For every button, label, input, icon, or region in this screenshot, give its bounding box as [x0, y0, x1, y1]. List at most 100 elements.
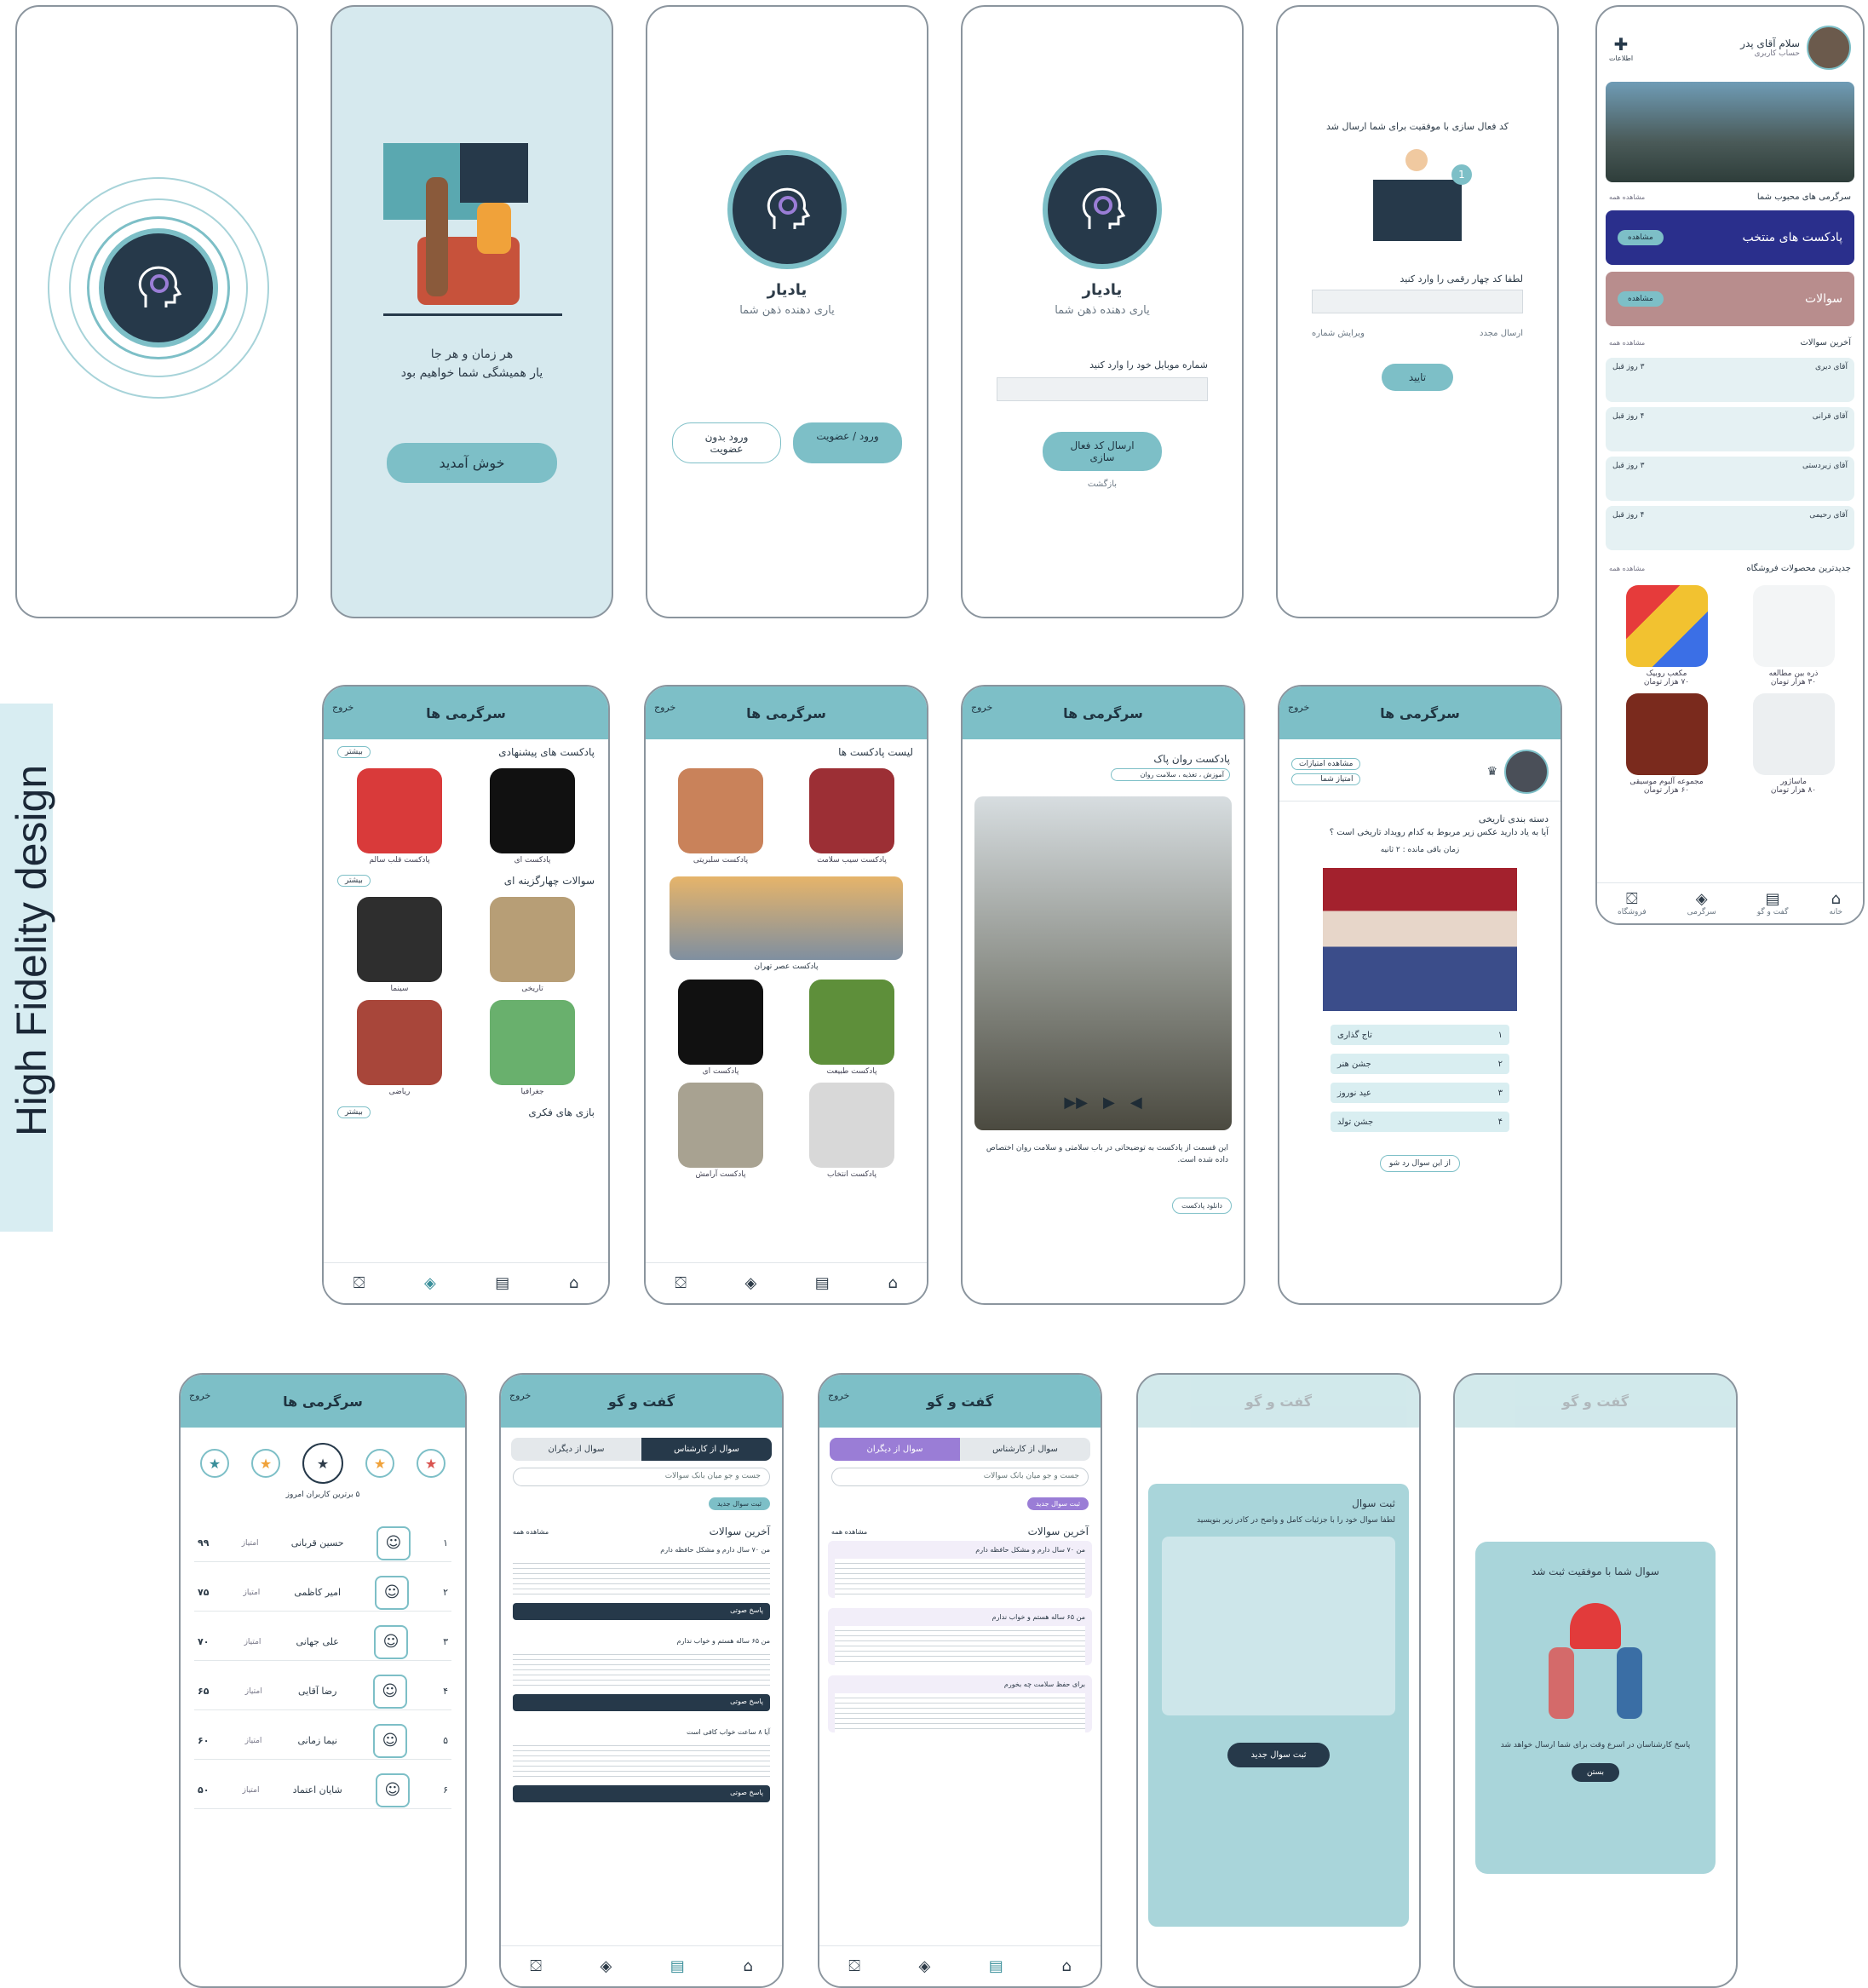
edit-number-link[interactable]: ویرایش شماره	[1312, 329, 1365, 338]
nav-games[interactable]: ◈	[600, 1957, 612, 1975]
play-icon[interactable]: ▶	[1103, 1094, 1115, 1112]
see-all-link[interactable]: مشاهده همه	[831, 1528, 867, 1536]
exit-button[interactable]: خروج	[509, 1390, 531, 1401]
podcast-banner-button[interactable]: مشاهده	[1618, 230, 1664, 245]
question-textarea[interactable]	[1162, 1537, 1395, 1715]
nav-shop[interactable]: ⛋ فروشگاه	[1618, 890, 1647, 916]
nav-home[interactable]: ⌂	[888, 1274, 897, 1292]
avatar[interactable]	[1504, 750, 1549, 794]
question-card[interactable]: آقای قرانی ۴ روز قبل	[1606, 407, 1854, 451]
star-icon[interactable]: ★	[251, 1449, 280, 1478]
leader-row[interactable]: ۶ ☺ شایان اعتماد امتیاز ۵۰	[194, 1772, 451, 1809]
star-icon-selected[interactable]: ★	[302, 1443, 343, 1484]
audio-answer[interactable]: پاسخ صوتی	[513, 1785, 770, 1802]
exit-button[interactable]: خروج	[828, 1390, 849, 1401]
quiz-banner[interactable]: سوالات مشاهده	[1606, 272, 1854, 326]
phone-input[interactable]	[997, 377, 1208, 401]
tab-expert[interactable]: سوال از کارشناس	[641, 1438, 772, 1461]
close-button[interactable]: بستن	[1571, 1763, 1620, 1782]
question-card[interactable]: آقای دیری ۳ روز قبل	[1606, 358, 1854, 402]
hero-banner[interactable]	[1606, 82, 1854, 182]
skip-button[interactable]: از این سوال رد شو	[1380, 1155, 1460, 1172]
quiz-banner-button[interactable]: مشاهده	[1618, 291, 1664, 307]
see-all-questions-link[interactable]: مشاهده همه	[1609, 339, 1645, 347]
exit-button[interactable]: خروج	[332, 702, 353, 713]
leader-row[interactable]: ۱ ☺ حسین قربانی امتیاز ۹۹	[194, 1525, 451, 1562]
more-button[interactable]: بیشتر	[337, 1106, 371, 1118]
tab-others[interactable]: سوال از دیگران	[830, 1438, 960, 1461]
nav-home[interactable]: ⌂	[1061, 1957, 1071, 1975]
nav-games[interactable]: ◈ سرگرمی	[1687, 890, 1716, 916]
download-button[interactable]: دانلود پادکست	[1172, 1198, 1232, 1214]
leader-row[interactable]: ۲ ☺ امیر کاظمی امتیاز ۷۵	[194, 1574, 451, 1612]
star-icon[interactable]: ★	[365, 1449, 394, 1478]
podcast-tile[interactable]: پادکست انتخاب	[792, 1083, 911, 1179]
submit-question-button[interactable]: ثبت سوال جدید	[1227, 1743, 1330, 1767]
nav-shop[interactable]: ⛋	[530, 1957, 542, 1975]
nav-shop[interactable]: ⛋	[353, 1274, 365, 1292]
see-all-products-link[interactable]: مشاهده همه	[1609, 565, 1645, 572]
nav-chat[interactable]: ▤	[989, 1957, 1003, 1975]
nav-games[interactable]: ◈	[918, 1957, 930, 1975]
audio-answer[interactable]: پاسخ صوتی	[513, 1694, 770, 1711]
exit-button[interactable]: خروج	[189, 1390, 210, 1401]
podcast-tile[interactable]: پادکست ای	[661, 980, 780, 1076]
audio-answer[interactable]: پاسخ صوتی	[513, 1603, 770, 1620]
tab-expert[interactable]: سوال از کارشناس	[960, 1438, 1090, 1461]
add-question-button[interactable]: ثبت سوال جدید	[708, 1497, 770, 1510]
product-card[interactable]: مکعب روبیک ۷۰ هزار تومان	[1609, 585, 1724, 687]
question-card[interactable]: آقای رحیمی ۴ روز قبل	[1606, 506, 1854, 550]
quiz-tile[interactable]: سینما	[339, 897, 460, 993]
podcast-banner[interactable]: پادکست های منتخب مشاهده	[1606, 210, 1854, 265]
podcast-tile[interactable]: پادکست قلب سالم	[339, 768, 460, 865]
leader-row[interactable]: ۳ ☺ علی جهانی امتیاز ۷۰	[194, 1623, 451, 1661]
nav-home[interactable]: ⌂	[743, 1957, 752, 1975]
star-icon[interactable]: ★	[417, 1449, 445, 1478]
nav-shop[interactable]: ⛋	[848, 1957, 860, 1975]
code-input[interactable]	[1312, 290, 1523, 313]
nav-home[interactable]: ⌂ خانه	[1829, 890, 1842, 916]
see-all-link[interactable]: مشاهده همه	[513, 1528, 549, 1536]
quiz-tile[interactable]: ریاضی	[339, 1000, 460, 1096]
exit-button[interactable]: خروج	[1288, 702, 1309, 713]
nav-home[interactable]: ⌂	[569, 1274, 578, 1292]
answer-option[interactable]: ۳ عید نوروز	[1331, 1083, 1509, 1103]
search-input[interactable]: جست و جو میان بانک سوالات	[513, 1468, 770, 1486]
back-link[interactable]: بازگشت	[963, 480, 1242, 489]
podcast-tile[interactable]: پادکست آرامش	[661, 1083, 780, 1179]
nav-games[interactable]: ◈	[424, 1274, 436, 1292]
tab-others[interactable]: سوال از دیگران	[511, 1438, 641, 1461]
leader-row[interactable]: ۴ ☺ رضا آقایی امتیاز ۶۵	[194, 1673, 451, 1710]
featured-podcast[interactable]	[670, 876, 903, 960]
confirm-button[interactable]: تایید	[1382, 364, 1453, 391]
podcast-tile[interactable]: پادکست سیب سلامت	[792, 768, 911, 865]
more-button[interactable]: بیشتر	[337, 875, 371, 887]
quiz-tile[interactable]: جغرافیا	[472, 1000, 593, 1096]
welcome-button[interactable]: خوش آمدید	[387, 443, 557, 483]
guest-button[interactable]: ورود بدون عضویت	[672, 422, 781, 463]
nav-shop[interactable]: ⛋	[675, 1274, 687, 1292]
send-code-button[interactable]: ارسال کد فعال سازی	[1043, 432, 1162, 471]
podcast-tile[interactable]: پادکست ای	[472, 768, 593, 865]
scores-badge[interactable]: مشاهده امتیازات	[1291, 758, 1361, 770]
nav-chat[interactable]: ▤	[495, 1274, 509, 1292]
podcast-tile[interactable]: پادکست سلبریتی	[661, 768, 780, 865]
search-input[interactable]: جست و جو میان بانک سوالات	[831, 1468, 1089, 1486]
prev-icon[interactable]: ◀	[1130, 1094, 1142, 1112]
next-icon[interactable]: ▶▶	[1064, 1094, 1088, 1112]
product-card[interactable]: مجموعه آلبوم موسیقی ۶۰ هزار تومان	[1609, 693, 1724, 795]
nav-chat[interactable]: ▤	[815, 1274, 830, 1292]
nav-chat[interactable]: ▤ گفت و گو	[1757, 890, 1789, 916]
more-button[interactable]: بیشتر	[337, 746, 371, 758]
login-button[interactable]: ورود / عضویت	[793, 422, 902, 463]
exit-button[interactable]: خروج	[654, 702, 675, 713]
see-all-link[interactable]: مشاهده همه	[1609, 193, 1645, 201]
answer-option[interactable]: ۲ جشن هنر	[1331, 1054, 1509, 1074]
product-card[interactable]: ماساژور ۸۰ هزار تومان	[1736, 693, 1851, 795]
exit-button[interactable]: خروج	[971, 702, 992, 713]
avatar[interactable]	[1807, 26, 1851, 70]
nav-games[interactable]: ◈	[744, 1274, 756, 1292]
info-icon[interactable]: ✚	[1609, 34, 1633, 55]
add-question-button[interactable]: ثبت سوال جدید	[1026, 1497, 1089, 1510]
star-icon[interactable]: ★	[200, 1449, 229, 1478]
